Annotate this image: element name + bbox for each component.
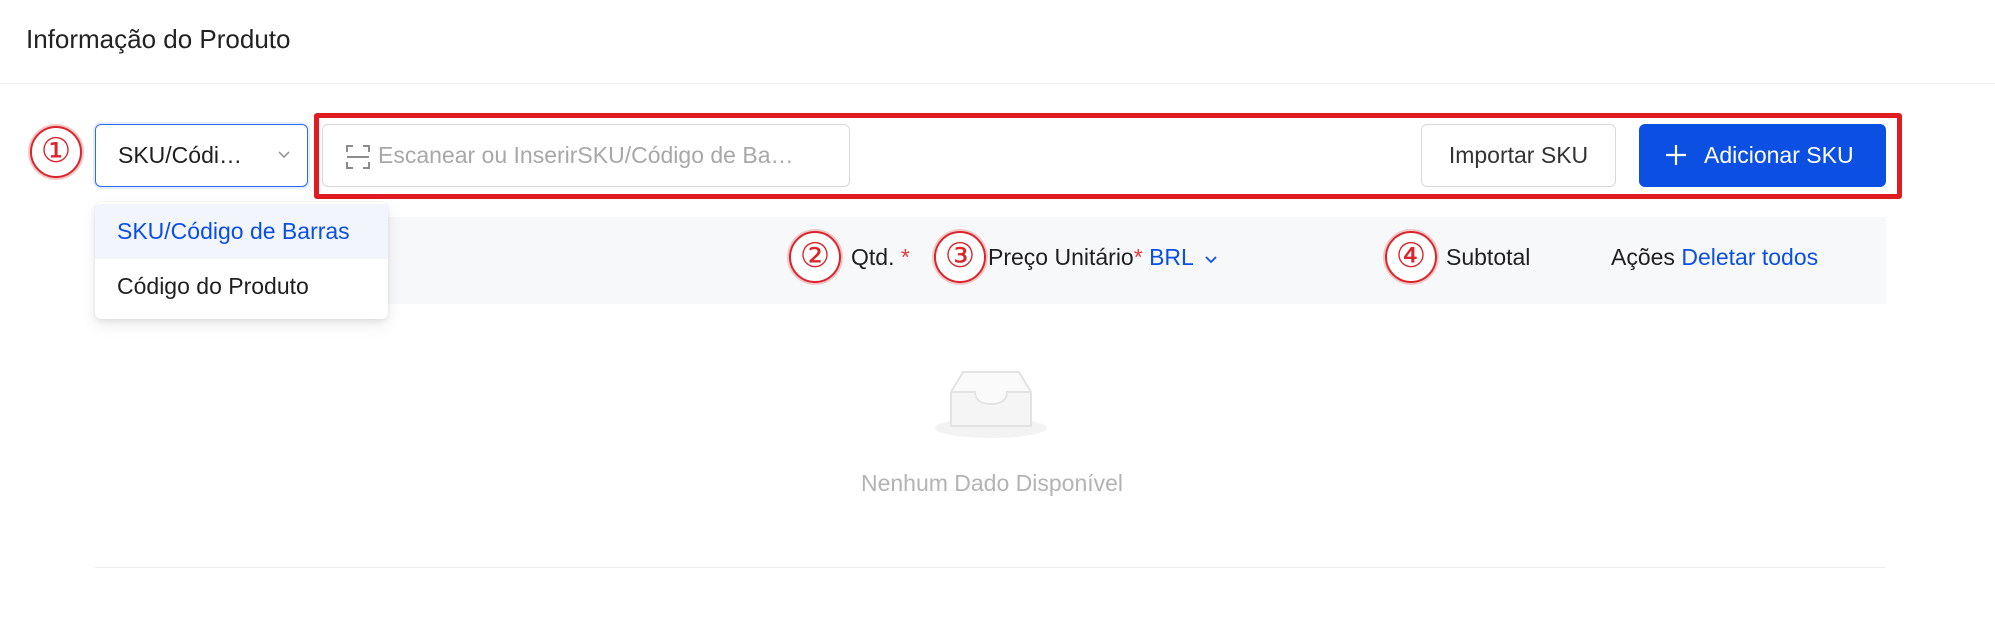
column-actions: Ações Deletar todos [1611, 244, 1818, 271]
required-mark: * [1133, 244, 1143, 270]
currency-select[interactable]: BRL [1149, 244, 1218, 270]
add-sku-label: Adicionar SKU [1704, 142, 1854, 168]
column-unit-price: Preço Unitário* BRL [988, 244, 1218, 271]
scan-icon[interactable] [345, 144, 371, 170]
empty-state-text: Nenhum Dado Disponível [860, 470, 1124, 496]
annotation-marker-2: ② [789, 231, 841, 283]
plus-icon [1666, 145, 1686, 165]
card-header: Informação do Produto [0, 0, 1995, 84]
import-sku-button[interactable]: Importar SKU [1421, 124, 1616, 187]
currency-value: BRL [1149, 244, 1194, 270]
column-qty: Qtd. * [851, 244, 910, 271]
dropdown-option-sku-barcode[interactable]: SKU/Código de Barras [95, 204, 388, 259]
column-subtotal: Subtotal [1446, 244, 1531, 270]
chevron-down-icon [278, 151, 290, 159]
required-mark: * [900, 244, 910, 270]
empty-inbox-icon [935, 371, 1047, 438]
dropdown-option-product-code[interactable]: Código do Produto [95, 259, 388, 314]
annotation-marker-4: ④ [1385, 231, 1437, 283]
annotation-marker-1: ① [30, 126, 82, 178]
product-info-card: Informação do Produto ① SKU/Códi… Escane… [0, 0, 1995, 624]
column-qty-label: Qtd. [851, 244, 895, 270]
search-type-dropdown: SKU/Código de Barras Código do Produto [95, 202, 388, 319]
delete-all-link[interactable]: Deletar todos [1681, 244, 1818, 270]
column-unit-price-label: Preço Unitário [988, 244, 1134, 270]
table-bottom-divider [95, 567, 1886, 568]
chevron-down-icon [1205, 256, 1217, 264]
card-title: Informação do Produto [26, 24, 291, 54]
search-type-select[interactable]: SKU/Códi… [95, 124, 308, 187]
sku-search-input[interactable]: Escanear ou InserirSKU/Código de Ba… [322, 124, 850, 187]
column-actions-label: Ações [1611, 244, 1675, 270]
search-type-value: SKU/Códi… [118, 142, 242, 168]
search-placeholder: Escanear ou InserirSKU/Código de Ba… [378, 142, 794, 168]
annotation-marker-3: ③ [934, 231, 986, 283]
add-sku-button[interactable]: Adicionar SKU [1639, 124, 1886, 187]
